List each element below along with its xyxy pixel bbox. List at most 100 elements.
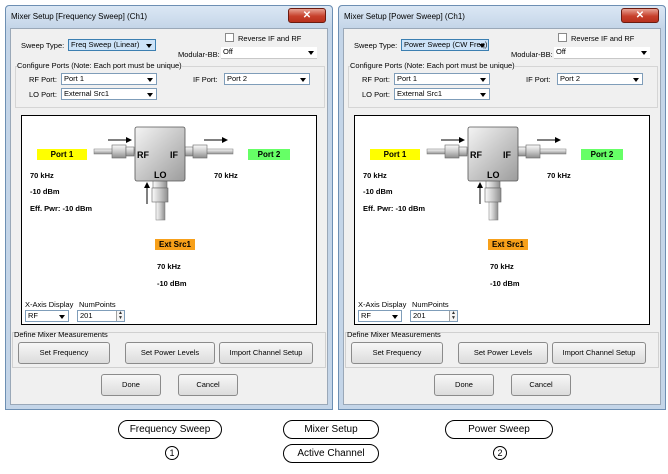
xaxis-display-label: X-Axis Display <box>358 300 407 309</box>
modulator-select[interactable]: Off <box>554 47 650 59</box>
configure-ports-label: Configure Ports (Note: Each port must be… <box>350 61 515 70</box>
sweep-type-label: Sweep Type: <box>354 41 398 50</box>
callout-number-1: 1 <box>165 446 179 460</box>
reverse-if-rf-checkbox[interactable] <box>558 33 567 42</box>
lo-label: LO <box>154 170 167 180</box>
lo-port-label: LO Port: <box>362 90 390 99</box>
reverse-if-rf-label: Reverse IF and RF <box>571 34 635 43</box>
sweep-type-select[interactable]: Power Sweep (CW Freq) <box>401 39 489 51</box>
sweep-type-select[interactable]: Freq Sweep (Linear) <box>68 39 156 51</box>
chevron-down-icon <box>59 315 65 319</box>
modulator-value: Off <box>556 47 566 56</box>
close-icon: ✕ <box>302 10 312 21</box>
rf-port-select[interactable]: Port 1 <box>61 73 157 85</box>
stepper-arrows-icon[interactable]: ▲ ▼ <box>449 311 457 321</box>
close-button[interactable]: ✕ <box>288 8 326 23</box>
rf-port-value: Port 1 <box>64 74 85 83</box>
chevron-down-icon <box>392 315 398 319</box>
rf-label: RF <box>137 150 149 160</box>
mixer-icon <box>426 126 567 221</box>
import-channel-setup-button[interactable]: Import Channel Setup <box>219 342 313 364</box>
modulator-label: Modular-BB: <box>511 50 553 59</box>
rf-label: RF <box>470 150 482 160</box>
if-port-label: IF Port: <box>193 75 218 84</box>
configure-ports-label: Configure Ports (Note: Each port must be… <box>17 61 182 70</box>
modulator-value: Off <box>223 47 233 56</box>
numpoints-label: NumPoints <box>79 300 116 309</box>
if-label: IF <box>503 150 511 160</box>
ext-src-tag: Ext Src1 <box>155 239 195 250</box>
cancel-button[interactable]: Cancel <box>511 374 571 396</box>
title-bar[interactable]: Mixer Setup [Power Sweep] (Ch1) ✕ <box>339 6 665 28</box>
chevron-down-icon <box>480 93 486 97</box>
done-button[interactable]: Done <box>434 374 494 396</box>
done-button[interactable]: Done <box>101 374 161 396</box>
numpoints-stepper[interactable]: 201 ▲ ▼ <box>77 310 125 322</box>
mixer-setup-dialog-power-sweep: Mixer Setup [Power Sweep] (Ch1) ✕ Sweep … <box>338 5 666 410</box>
if-frequency: 70 kHz <box>214 171 238 180</box>
caption-power-sweep: Power Sweep <box>445 420 553 439</box>
if-frequency: 70 kHz <box>547 171 571 180</box>
port2-tag: Port 2 <box>248 149 290 160</box>
reverse-if-rf-checkbox[interactable] <box>225 33 234 42</box>
rf-frequency: 70 kHz <box>363 171 387 180</box>
lo-frequency: 70 kHz <box>490 262 514 271</box>
chevron-down-icon <box>479 44 485 48</box>
port2-tag: Port 2 <box>581 149 623 160</box>
port1-tag: Port 1 <box>370 149 420 160</box>
sweep-type-value: Power Sweep (CW Freq) <box>404 40 488 49</box>
caption-mixer-setup: Mixer Setup <box>283 420 379 439</box>
callout-number-2: 2 <box>493 446 507 460</box>
mixer-setup-dialog-frequency-sweep: Mixer Setup [Frequency Sweep] (Ch1) ✕ Sw… <box>5 5 333 410</box>
if-port-value: Port 2 <box>560 74 581 83</box>
set-power-levels-button[interactable]: Set Power Levels <box>458 342 548 364</box>
rf-port-select[interactable]: Port 1 <box>394 73 490 85</box>
if-port-select[interactable]: Port 2 <box>557 73 643 85</box>
chevron-down-icon <box>633 78 639 82</box>
xaxis-display-value: RF <box>361 311 371 320</box>
set-power-levels-button[interactable]: Set Power Levels <box>125 342 215 364</box>
import-channel-setup-button[interactable]: Import Channel Setup <box>552 342 646 364</box>
set-frequency-button[interactable]: Set Frequency <box>351 342 443 364</box>
rf-power: -10 dBm <box>30 187 60 196</box>
sweep-type-value: Freq Sweep (Linear) <box>71 40 140 49</box>
numpoints-label: NumPoints <box>412 300 449 309</box>
caption-active-channel: Active Channel <box>283 444 379 463</box>
define-measurements-label: Define Mixer Measurements <box>347 330 441 339</box>
effective-power: Eff. Pwr: -10 dBm <box>363 204 426 213</box>
caption-frequency-sweep: Frequency Sweep <box>118 420 222 439</box>
chevron-down-icon <box>308 51 314 55</box>
title-bar[interactable]: Mixer Setup [Frequency Sweep] (Ch1) ✕ <box>6 6 332 28</box>
stepper-arrows-icon[interactable]: ▲ ▼ <box>116 311 124 321</box>
lo-port-select[interactable]: External Src1 <box>394 88 490 100</box>
rf-power: -10 dBm <box>363 187 393 196</box>
if-port-select[interactable]: Port 2 <box>224 73 310 85</box>
chevron-down-icon <box>147 78 153 82</box>
lo-port-value: External Src1 <box>397 89 443 98</box>
xaxis-display-select[interactable]: RF <box>25 310 69 322</box>
modulator-label: Modular-BB: <box>178 50 220 59</box>
if-port-label: IF Port: <box>526 75 551 84</box>
cancel-button[interactable]: Cancel <box>178 374 238 396</box>
rf-port-value: Port 1 <box>397 74 418 83</box>
xaxis-display-select[interactable]: RF <box>358 310 402 322</box>
set-frequency-button[interactable]: Set Frequency <box>18 342 110 364</box>
dialog-body: Sweep Type: Power Sweep (CW Freq) Revers… <box>343 28 661 405</box>
sweep-type-label: Sweep Type: <box>21 41 65 50</box>
xaxis-display-label: X-Axis Display <box>25 300 74 309</box>
close-icon: ✕ <box>635 10 645 21</box>
chevron-down-icon <box>146 44 152 48</box>
lo-port-select[interactable]: External Src1 <box>61 88 157 100</box>
chevron-down-icon <box>480 78 486 82</box>
lo-power: -10 dBm <box>490 279 520 288</box>
chevron-down-icon <box>300 78 306 82</box>
dialog-title: Mixer Setup [Power Sweep] (Ch1) <box>344 12 465 21</box>
reverse-if-rf-label: Reverse IF and RF <box>238 34 302 43</box>
mixer-icon <box>93 126 234 221</box>
lo-port-value: External Src1 <box>64 89 110 98</box>
close-button[interactable]: ✕ <box>621 8 659 23</box>
ext-src-tag: Ext Src1 <box>488 239 528 250</box>
rf-port-label: RF Port: <box>362 75 390 84</box>
numpoints-stepper[interactable]: 201 ▲ ▼ <box>410 310 458 322</box>
modulator-select[interactable]: Off <box>221 47 317 59</box>
